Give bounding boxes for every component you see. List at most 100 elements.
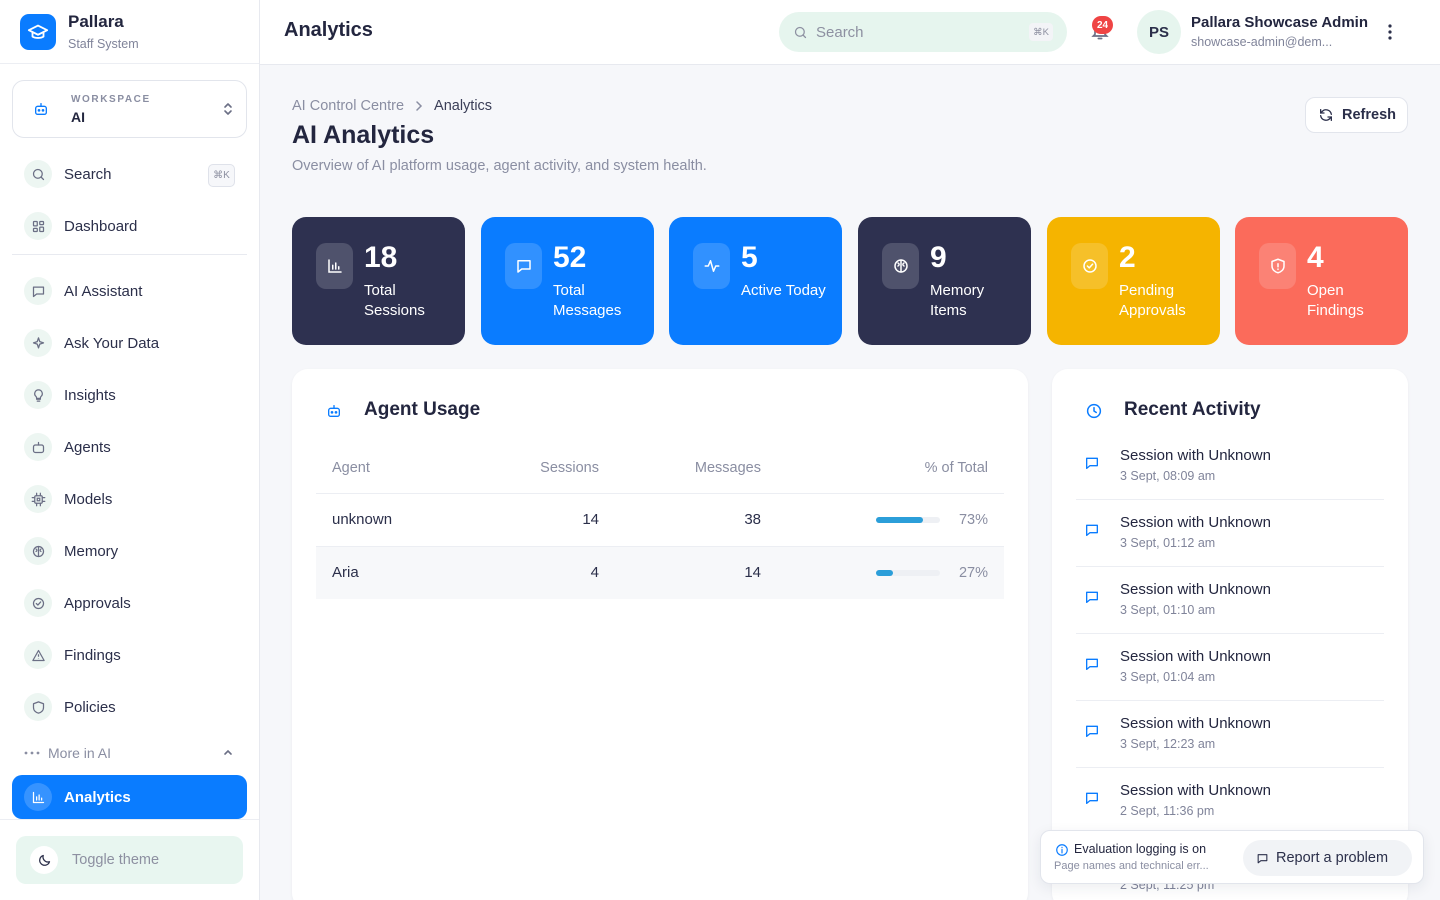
- moon-icon: [30, 846, 58, 874]
- activity-item[interactable]: Session with Unknown 3 Sept, 01:12 am: [1076, 500, 1384, 567]
- table-row[interactable]: Aria 4 14 27%: [316, 547, 1004, 599]
- chip-icon: [24, 485, 52, 513]
- sidebar-item-memory[interactable]: Memory: [12, 529, 247, 573]
- agent-usage-card: [292, 369, 1028, 900]
- column-header-agent[interactable]: Agent: [332, 460, 370, 476]
- toggle-theme-button[interactable]: Toggle theme: [16, 836, 243, 884]
- topbar: Analytics Search ⌘K 24 PS Pallara Showca…: [260, 0, 1440, 65]
- chat-icon: [1084, 522, 1100, 538]
- sidebar-item-policies[interactable]: Policies: [12, 685, 247, 729]
- more-vertical-icon[interactable]: [1388, 22, 1392, 42]
- stat-value: 5: [741, 241, 758, 274]
- activity-item[interactable]: Session with Unknown 3 Sept, 12:23 am: [1076, 701, 1384, 768]
- notification-badge: 24: [1092, 16, 1113, 34]
- robot-icon: [326, 403, 342, 419]
- sidebar-item-ask-your-data[interactable]: Ask Your Data: [12, 321, 247, 365]
- stat-label: Pending Approvals: [1119, 282, 1186, 319]
- stat-card-total-messages: 52 Total Messages: [481, 217, 654, 345]
- stat-card-pending-approvals: 2 Pending Approvals: [1047, 217, 1220, 345]
- sidebar-item-analytics[interactable]: Analytics: [12, 775, 247, 819]
- brain-icon: [24, 537, 52, 565]
- stat-card-open-findings: 4 Open Findings: [1235, 217, 1408, 345]
- usage-bar: [876, 517, 940, 523]
- flag-chat-icon: [1256, 852, 1269, 865]
- sidebar-item-label: Memory: [64, 542, 119, 560]
- column-header-sessions[interactable]: Sessions: [498, 460, 599, 476]
- activity-time: 3 Sept, 01:10 am: [1120, 603, 1216, 617]
- activity-title: Session with Unknown: [1120, 447, 1271, 464]
- sidebar-item-insights[interactable]: Insights: [12, 373, 247, 417]
- shortcut-badge: ⌘K: [208, 164, 235, 187]
- page-header-title: Analytics: [284, 19, 373, 41]
- divider: [0, 819, 259, 820]
- refresh-button[interactable]: Refresh: [1305, 97, 1408, 133]
- toast-title: Evaluation logging is on: [1074, 842, 1207, 856]
- sidebar-item-dashboard[interactable]: Dashboard: [12, 204, 247, 248]
- stat-value: 18: [364, 241, 398, 274]
- sidebar-item-label: Dashboard: [64, 217, 138, 235]
- stat-card-active-today: 5 Active Today: [669, 217, 842, 345]
- activity-item[interactable]: Session with Unknown 2 Sept, 11:36 pm: [1076, 768, 1384, 835]
- activity-item[interactable]: Session with Unknown 3 Sept, 01:04 am: [1076, 634, 1384, 701]
- sidebar-item-label: Findings: [64, 646, 121, 664]
- chevron-right-icon: [414, 101, 424, 111]
- activity-item[interactable]: Session with Unknown 3 Sept, 08:09 am: [1076, 433, 1384, 500]
- stat-value: 2: [1119, 241, 1136, 274]
- sidebar-item-ai-assistant[interactable]: AI Assistant: [12, 269, 247, 313]
- chat-icon: [1084, 656, 1100, 672]
- workspace-switcher[interactable]: WORKSPACE AI: [12, 80, 247, 138]
- chat-icon: [1084, 723, 1100, 739]
- cell-agent: unknown: [332, 511, 393, 528]
- chat-icon: [1084, 455, 1100, 471]
- search-input[interactable]: Search ⌘K: [779, 12, 1067, 52]
- chat-icon: [1084, 589, 1100, 605]
- avatar[interactable]: PS: [1137, 10, 1181, 54]
- search-placeholder: Search: [816, 23, 864, 41]
- lightbulb-icon: [24, 381, 52, 409]
- stat-card-total-sessions: 18 Total Sessions: [292, 217, 465, 345]
- sidebar-item-label: Agents: [64, 438, 111, 456]
- cell-sessions: 4: [590, 564, 599, 581]
- workspace-value: AI: [71, 108, 85, 125]
- sidebar-item-search[interactable]: Search ⌘K: [12, 152, 247, 196]
- stat-label: Total Sessions: [364, 282, 425, 319]
- shield-icon: [24, 693, 52, 721]
- sidebar-item-models[interactable]: Models: [12, 477, 247, 521]
- usage-bar-fill: [876, 570, 894, 576]
- sidebar-item-approvals[interactable]: Approvals: [12, 581, 247, 625]
- shortcut-badge: ⌘K: [1029, 23, 1053, 41]
- workspace-label: WORKSPACE: [71, 93, 151, 105]
- breadcrumb-parent[interactable]: AI Control Centre: [292, 98, 404, 114]
- page-subtitle: Overview of AI platform usage, agent act…: [292, 158, 707, 174]
- check-circle-icon: [24, 589, 52, 617]
- brand: Pallara Staff System: [0, 0, 259, 64]
- activity-title: Session with Unknown: [1120, 782, 1271, 799]
- more-in-ai-toggle[interactable]: More in AI: [24, 742, 234, 764]
- sparkle-icon: [24, 329, 52, 357]
- user-name: Pallara Showcase Admin: [1191, 14, 1369, 31]
- chevron-updown-icon: [222, 101, 234, 117]
- activity-title: Session with Unknown: [1120, 648, 1271, 665]
- column-header-messages[interactable]: Messages: [650, 460, 761, 476]
- activity-title: Session with Unknown: [1120, 514, 1271, 531]
- sidebar-item-label: Models: [64, 490, 113, 508]
- toggle-theme-label: Toggle theme: [72, 852, 160, 868]
- cell-agent: Aria: [332, 564, 359, 581]
- app-name: Pallara: [68, 12, 124, 31]
- usage-bar: [876, 570, 940, 576]
- sidebar-item-findings[interactable]: Findings: [12, 633, 247, 677]
- more-label: More in AI: [48, 745, 112, 761]
- activity-item[interactable]: Session with Unknown 3 Sept, 01:10 am: [1076, 567, 1384, 634]
- divider: [12, 254, 247, 255]
- table-row[interactable]: unknown 14 38 73%: [316, 494, 1004, 546]
- check-circle-icon: [1071, 243, 1108, 289]
- sidebar-item-label: Ask Your Data: [64, 334, 160, 352]
- stat-value: 4: [1307, 241, 1324, 274]
- report-problem-label: Report a problem: [1276, 850, 1389, 866]
- sidebar-item-agents[interactable]: Agents: [12, 425, 247, 469]
- sidebar: Pallara Staff System WORKSPACE AI Search…: [0, 0, 260, 900]
- column-header-percent[interactable]: % of Total: [870, 460, 988, 476]
- report-problem-button[interactable]: Report a problem: [1243, 840, 1412, 876]
- app-subtitle: Staff System: [68, 37, 139, 51]
- activity-time: 3 Sept, 12:23 am: [1120, 737, 1216, 751]
